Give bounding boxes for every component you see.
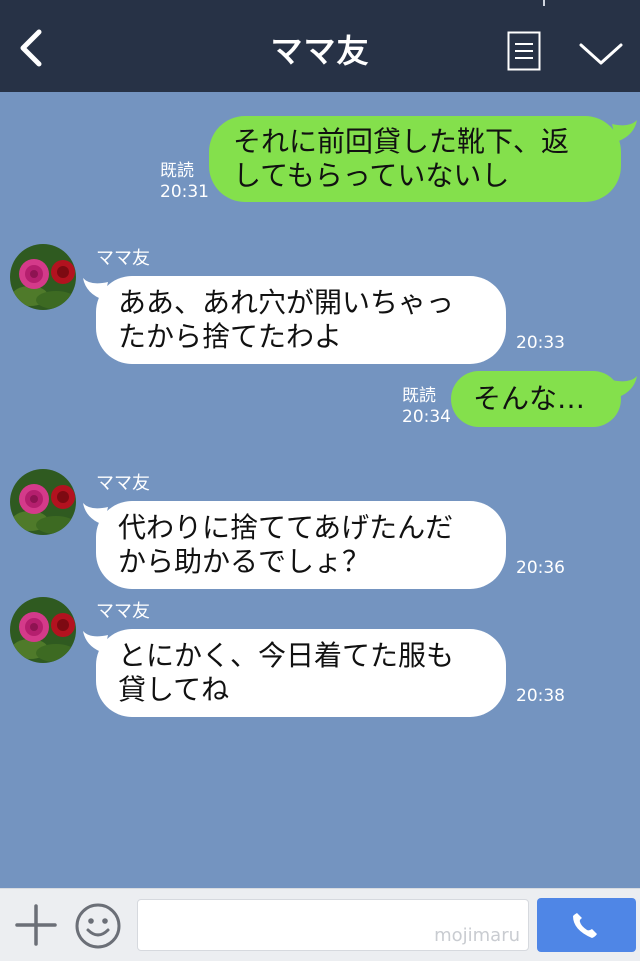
sender-name: ママ友 [96, 473, 150, 494]
message-time: 20:31 [160, 182, 209, 202]
contact-avatar[interactable] [10, 597, 76, 663]
chevron-down-icon[interactable] [578, 40, 624, 68]
message-time: 20:36 [516, 558, 565, 578]
call-button[interactable] [537, 898, 636, 952]
message-bubble[interactable]: とにかく、今日着てた服も 貸してね [96, 629, 506, 717]
message-read-status: 既読 20:34 [402, 386, 451, 428]
chat-title: ママ友 [270, 32, 370, 70]
status-bar-divider [543, 0, 545, 6]
list-icon[interactable] [507, 31, 541, 71]
contact-avatar[interactable] [10, 469, 76, 535]
message-time: 20:34 [402, 407, 451, 427]
read-label: 既読 [160, 161, 194, 181]
message-read-status: 既読 20:31 [160, 161, 209, 203]
read-label: 既読 [402, 386, 436, 406]
message-time: 20:33 [516, 333, 565, 353]
plus-icon[interactable] [14, 903, 58, 947]
message-list[interactable]: 既読 20:31 それに前回貸した靴下、返 してもらっていないし ママ友 ああ、… [0, 92, 640, 888]
smile-icon[interactable] [74, 902, 122, 950]
message-bubble[interactable]: そんな… [451, 371, 621, 427]
phone-icon [573, 913, 597, 938]
chat-header: ママ友 [0, 0, 640, 92]
contact-avatar[interactable] [10, 244, 76, 310]
message-bubble[interactable]: それに前回貸した靴下、返 してもらっていないし [209, 116, 621, 202]
watermark-text: mojimaru [434, 925, 520, 946]
sender-name: ママ友 [96, 248, 150, 269]
message-bubble[interactable]: 代わりに捨ててあげたんだ から助かるでしょ？ [96, 501, 506, 589]
message-time: 20:38 [516, 686, 565, 706]
message-input[interactable]: mojimaru [137, 899, 529, 951]
bubble-tail [612, 120, 637, 142]
sender-name: ママ友 [96, 601, 150, 622]
message-bubble[interactable]: ああ、あれ穴が開いちゃっ たから捨てたわよ [96, 276, 506, 364]
bubble-tail [612, 376, 637, 398]
input-bar: mojimaru [0, 888, 640, 961]
